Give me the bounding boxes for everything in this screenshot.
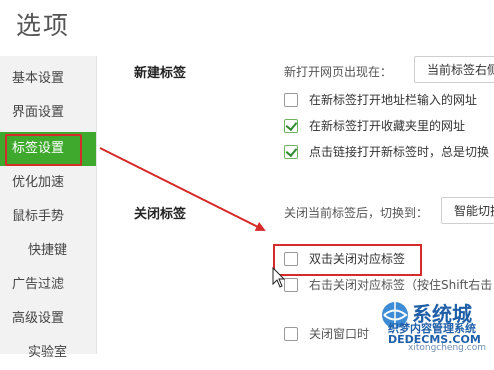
mouse-cursor-icon — [272, 266, 286, 288]
watermark-site: xitongcheng.com — [408, 343, 486, 353]
arrow-to-sidebar — [99, 147, 266, 231]
